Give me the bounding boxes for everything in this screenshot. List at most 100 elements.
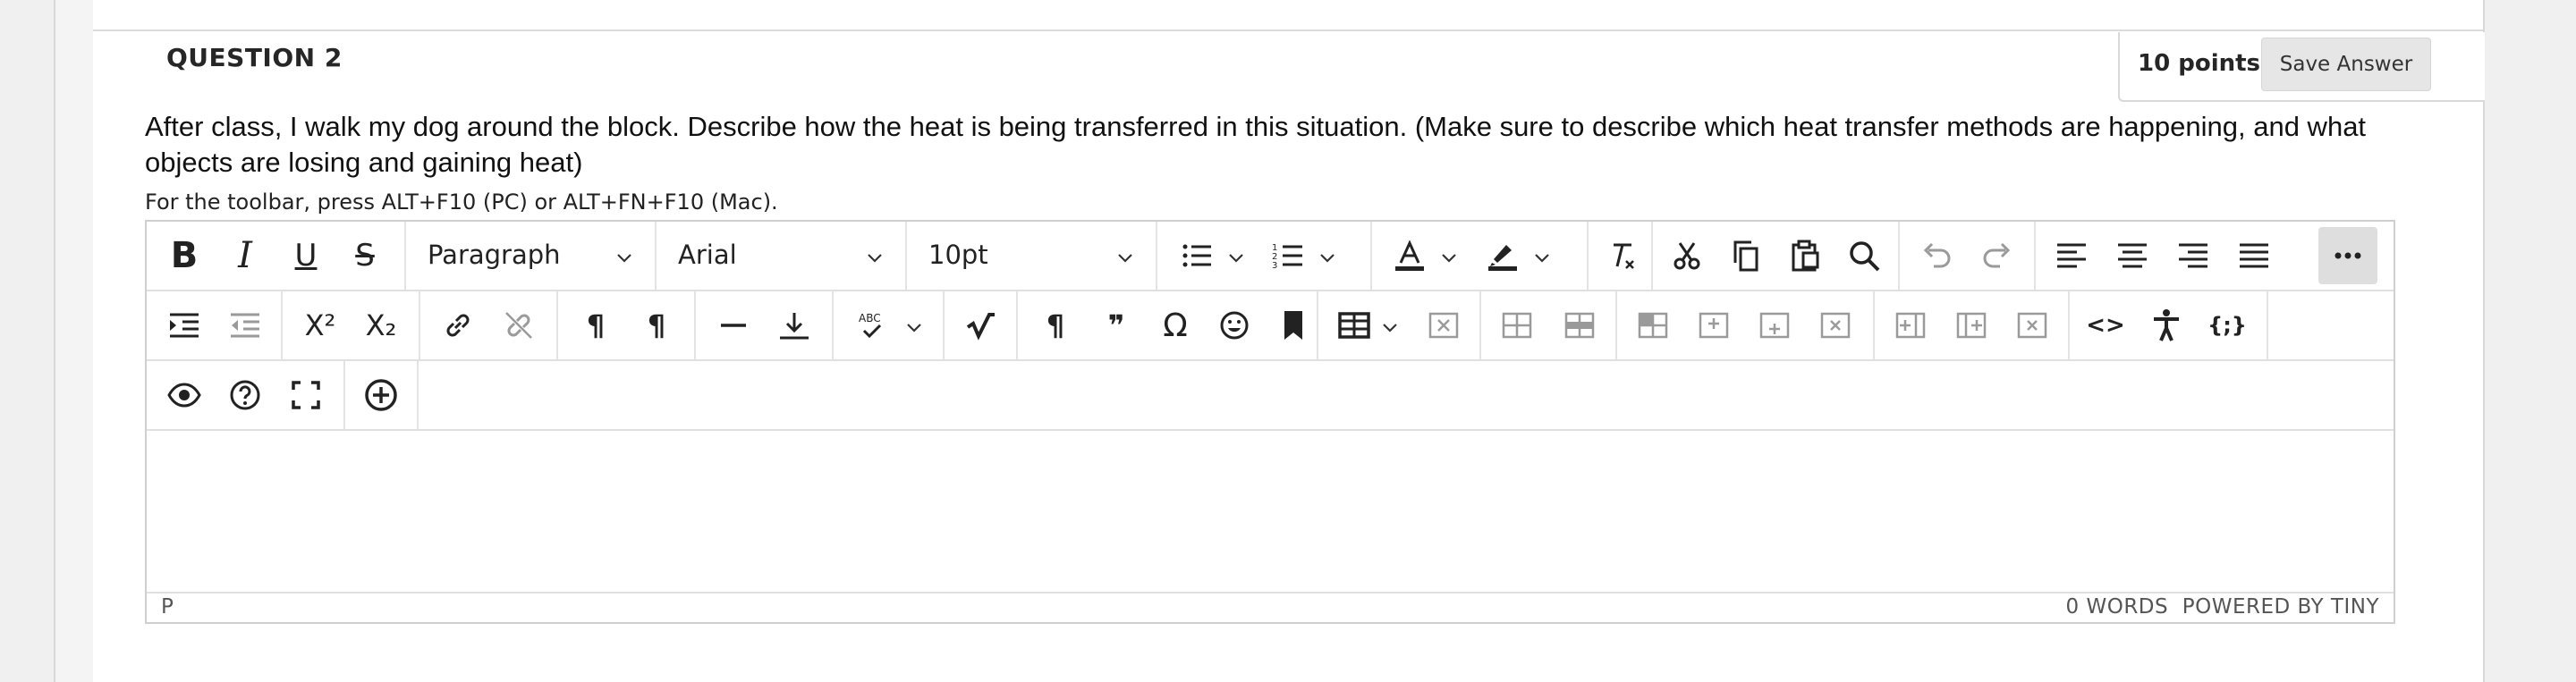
insert-row-before-button[interactable]: [1689, 300, 1739, 350]
find-replace-button[interactable]: [1839, 231, 1889, 281]
numbered-list-icon: 123: [1272, 243, 1302, 271]
chevron-down-icon[interactable]: [1227, 248, 1245, 266]
insert-column-before-icon: [1895, 312, 1926, 339]
word-count[interactable]: 0 WORDS: [2066, 595, 2169, 619]
highlight-color-button[interactable]: [1478, 231, 1528, 281]
color-group: [1372, 222, 1589, 290]
spellcheck-icon: ABC: [859, 312, 882, 339]
insert-row-after-icon: [1759, 312, 1790, 339]
remove-link-button[interactable]: [494, 300, 544, 350]
font-size-value: 10pt: [928, 240, 988, 270]
source-code-button[interactable]: <>: [2080, 300, 2131, 350]
math-equation-button[interactable]: [955, 300, 1005, 350]
font-family-value: Arial: [678, 240, 737, 270]
superscript-button[interactable]: X²: [295, 300, 345, 350]
special-character-button[interactable]: Ω: [1150, 300, 1200, 350]
table-row-props-button[interactable]: [1555, 300, 1605, 350]
cut-button[interactable]: [1662, 231, 1712, 281]
ellipsis-icon: [2334, 252, 2361, 259]
element-path[interactable]: P: [161, 595, 174, 619]
alignment-group: [2036, 222, 2304, 290]
copy-button[interactable]: [1721, 231, 1771, 281]
chevron-down-icon[interactable]: [1533, 248, 1551, 266]
italic-button[interactable]: I: [220, 231, 270, 281]
help-button[interactable]: [220, 370, 270, 420]
align-center-button[interactable]: [2107, 231, 2157, 281]
divider: [93, 29, 2483, 31]
numbered-list-button[interactable]: 123: [1263, 231, 1313, 281]
clear-format-group: [1589, 222, 1653, 290]
bullet-list-button[interactable]: [1172, 231, 1222, 281]
insert-column-before-button[interactable]: [1885, 300, 1936, 350]
blockquote-button[interactable]: ❞: [1091, 300, 1141, 350]
chevron-down-icon[interactable]: [1381, 318, 1399, 336]
text-color-button[interactable]: [1385, 231, 1435, 281]
table-header-icon: [1638, 312, 1668, 339]
insert-link-button[interactable]: [433, 300, 483, 350]
undo-button[interactable]: [1911, 231, 1961, 281]
align-right-icon: [2179, 243, 2207, 268]
chevron-down-icon[interactable]: [1440, 248, 1458, 266]
outdent-button[interactable]: [220, 300, 270, 350]
underline-button[interactable]: U: [281, 231, 331, 281]
page-break-button[interactable]: [769, 300, 819, 350]
table-cell-props-button[interactable]: [1492, 300, 1542, 350]
rich-text-editor: B I U S Paragraph Arial 10pt 123 X² X₂ ¶…: [145, 220, 2395, 624]
subscript-button[interactable]: X₂: [356, 300, 406, 350]
more-toolbar-button[interactable]: [2318, 227, 2377, 284]
table-cell-group: [1481, 291, 1617, 359]
save-answer-button[interactable]: Save Answer: [2261, 38, 2431, 91]
delete-column-button[interactable]: [2007, 300, 2057, 350]
preview-button[interactable]: [159, 370, 209, 420]
indent-button[interactable]: [159, 300, 209, 350]
fullscreen-button[interactable]: [281, 370, 331, 420]
strikethrough-icon: S: [355, 238, 375, 274]
delete-table-button[interactable]: [1419, 300, 1469, 350]
delete-row-button[interactable]: [1810, 300, 1860, 350]
row-header-button[interactable]: [1628, 300, 1678, 350]
list-group: 123: [1157, 222, 1372, 290]
accessibility-checker-button[interactable]: [2141, 300, 2191, 350]
template-button[interactable]: {;}: [2202, 300, 2252, 350]
table-group: [1318, 291, 1481, 359]
insert-table-button[interactable]: [1329, 300, 1379, 350]
emoticons-button[interactable]: [1209, 300, 1259, 350]
horizontal-line-button[interactable]: [708, 300, 758, 350]
add-content-button[interactable]: [356, 370, 406, 420]
link-group: [420, 291, 558, 359]
table-cell-icon: [1502, 312, 1532, 339]
redo-button[interactable]: [1973, 231, 2023, 281]
font-family-select[interactable]: Arial: [657, 222, 907, 290]
view-group: [147, 361, 345, 429]
clear-formatting-button[interactable]: [1596, 231, 1646, 281]
spellcheck-button[interactable]: ABC: [846, 300, 896, 350]
insert-row-after-button[interactable]: [1750, 300, 1800, 350]
text-color-icon: [1395, 240, 1424, 271]
toolbar-hint: For the toolbar, press ALT+F10 (PC) or A…: [145, 189, 778, 215]
ltr-button[interactable]: ¶: [571, 300, 621, 350]
paste-button[interactable]: [1780, 231, 1830, 281]
insert-row-before-icon: [1699, 312, 1729, 339]
rtl-button[interactable]: ¶: [631, 300, 682, 350]
editor-content-area[interactable]: [147, 431, 2394, 592]
font-size-select[interactable]: 10pt: [907, 222, 1157, 290]
powered-by-link[interactable]: POWERED BY TINY: [2182, 595, 2379, 619]
chevron-down-icon[interactable]: [905, 318, 923, 336]
align-left-button[interactable]: [2046, 231, 2097, 281]
strikethrough-button[interactable]: S: [340, 231, 390, 281]
bookmark-button[interactable]: [1268, 300, 1318, 350]
chevron-down-icon: [617, 254, 631, 263]
link-icon: [446, 314, 470, 337]
block-format-select[interactable]: Paragraph: [406, 222, 657, 290]
editor-statusbar: P 0 WORDS POWERED BY TINY: [147, 592, 2394, 622]
delete-column-icon: [2017, 312, 2047, 339]
chevron-down-icon[interactable]: [1318, 248, 1336, 266]
toolbar-row-1: B I U S Paragraph Arial 10pt 123: [147, 222, 2394, 291]
insert-column-after-button[interactable]: [1946, 300, 1996, 350]
show-blocks-button[interactable]: ¶: [1030, 300, 1080, 350]
justify-button[interactable]: [2229, 231, 2279, 281]
clear-formatting-icon: [1614, 243, 1634, 269]
align-right-button[interactable]: [2168, 231, 2218, 281]
bold-button[interactable]: B: [159, 231, 209, 281]
table-row-icon: [1564, 312, 1595, 339]
